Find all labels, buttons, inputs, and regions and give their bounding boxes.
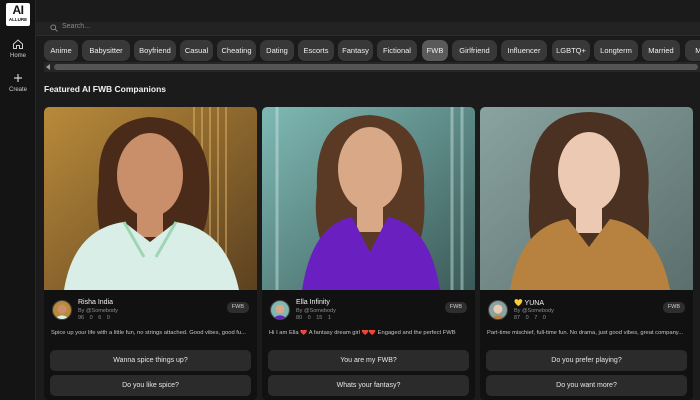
sidebar: AI ALLURE Home Create	[0, 0, 36, 400]
like-count: 1	[327, 315, 331, 321]
like-count: 0	[542, 315, 546, 321]
scroll-left-icon[interactable]	[46, 64, 50, 70]
companion-card[interactable]: Risha India By @Somebody 96 0 6 0 FWB Sp…	[44, 107, 257, 400]
nav-home[interactable]: Home	[0, 38, 36, 59]
category-badge: FWB	[444, 302, 467, 313]
video-count: 7	[534, 315, 538, 321]
search-icon	[50, 24, 58, 32]
nav-create[interactable]: Create	[0, 72, 36, 93]
starter-prompt-button[interactable]: Do you prefer playing?	[486, 350, 687, 371]
companion-name[interactable]: 💛 YUNA	[514, 299, 544, 307]
avatar	[270, 300, 290, 320]
avatar	[52, 300, 72, 320]
companion-description: Hi I am Ella ❤️ A fantasy dream girl ❤️❤…	[269, 330, 456, 336]
category-badge: FWB	[226, 302, 249, 313]
creator-handle: By @Somebody	[78, 308, 118, 314]
starter-prompt-button[interactable]: You are my FWB?	[268, 350, 469, 371]
image-count: 0	[89, 315, 93, 321]
companion-photo[interactable]	[262, 107, 475, 290]
image-count: 0	[525, 315, 529, 321]
brand-logo[interactable]: AI ALLURE	[6, 3, 30, 26]
video-count: 15	[316, 315, 323, 321]
category-chip-girlfriend[interactable]: Girlfriend	[452, 40, 497, 61]
companion-stats: 87 0 7 0	[514, 315, 550, 321]
starter-prompt-button[interactable]: Whats your fantasy?	[268, 375, 469, 396]
category-chip-escorts[interactable]: Escorts	[298, 40, 334, 61]
category-chip-anime[interactable]: Anime	[44, 40, 78, 61]
category-chip-babysitter[interactable]: Babysitter	[82, 40, 130, 61]
chat-count: 96	[78, 315, 85, 321]
companion-description: Part-time mischief, full-time fun. No dr…	[487, 330, 684, 336]
starter-prompt-button[interactable]: Wanna spice things up?	[50, 350, 251, 371]
like-count: 0	[106, 315, 110, 321]
chat-count: 80	[296, 315, 303, 321]
companion-photo[interactable]	[44, 107, 257, 290]
starter-prompt-button[interactable]: Do you like spice?	[50, 375, 251, 396]
category-badge: FWB	[662, 302, 685, 313]
search-input[interactable]: Search...	[62, 23, 90, 30]
logo-text: AI	[12, 3, 25, 17]
video-count: 6	[98, 315, 102, 321]
category-bar: Anime Babysitter Boyfriend Casual Cheati…	[44, 40, 700, 62]
category-chip-influencer[interactable]: Influencer	[501, 40, 547, 61]
category-chip-cheating[interactable]: Cheating	[217, 40, 256, 61]
creator-handle: By @Somebody	[296, 308, 336, 314]
category-chip-fwb[interactable]: FWB	[422, 40, 448, 61]
avatar	[488, 300, 508, 320]
category-chip-boyfriend[interactable]: Boyfriend	[134, 40, 176, 61]
image-count: 0	[307, 315, 311, 321]
companion-name[interactable]: Ella Infinity	[296, 299, 330, 306]
category-chip-fantasy[interactable]: Fantasy	[338, 40, 373, 61]
category-chip-lgbtq[interactable]: LGBTQ+	[552, 40, 590, 61]
search-bar[interactable]: Search...	[36, 22, 700, 36]
category-chip-longterm[interactable]: Longterm	[594, 40, 638, 61]
companion-description: Spice up your life with a little fun, no…	[51, 330, 246, 336]
home-icon	[13, 39, 23, 49]
chat-count: 87	[514, 315, 521, 321]
companion-stats: 96 0 6 0	[78, 315, 114, 321]
companion-stats: 80 0 15 1	[296, 315, 335, 321]
companion-card[interactable]: Ella Infinity By @Somebody 80 0 15 1 FWB…	[262, 107, 475, 400]
plus-icon	[14, 74, 22, 82]
starter-prompt-button[interactable]: Do you want more?	[486, 375, 687, 396]
companion-photo[interactable]	[480, 107, 693, 290]
companion-card[interactable]: 💛 YUNA By @Somebody 87 0 7 0 FWB Part-ti…	[480, 107, 693, 400]
category-chip-mil[interactable]: Mil	[685, 40, 700, 61]
nav-home-label: Home	[9, 53, 26, 59]
companion-name[interactable]: Risha India	[78, 299, 113, 306]
category-chip-married[interactable]: Married	[642, 40, 680, 61]
category-chip-fictional[interactable]: Fictional	[377, 40, 417, 61]
category-scrollbar[interactable]	[44, 62, 700, 72]
scrollbar-thumb[interactable]	[54, 64, 698, 70]
nav-create-label: Create	[8, 87, 27, 93]
creator-handle: By @Somebody	[514, 308, 554, 314]
logo-subtext: ALLURE	[8, 17, 28, 22]
category-chip-dating[interactable]: Dating	[260, 40, 294, 61]
category-chip-casual[interactable]: Casual	[180, 40, 213, 61]
section-title: Featured AI FWB Companions	[44, 84, 166, 94]
